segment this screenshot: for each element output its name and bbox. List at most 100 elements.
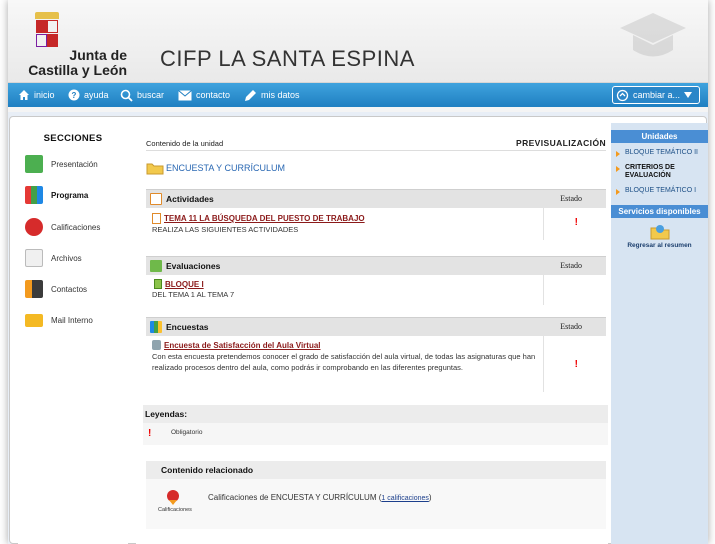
related-header: Contenido relacionado (146, 461, 606, 479)
related-body: Calificaciones Calificaciones de ENCUEST… (146, 479, 606, 529)
nav-label: buscar (137, 90, 165, 100)
right-panel: Unidades BLOQUE TEMÁTICO II CRITERIOS DE… (611, 123, 708, 544)
chevron-down-icon (684, 92, 693, 98)
graduation-cap-icon (620, 13, 686, 57)
related-icon-caption: Calificaciones (158, 507, 192, 513)
evaluations-section: Evaluaciones Estado BLOQUE I DEL TEMA 1 … (146, 256, 606, 305)
unit-item[interactable]: BLOQUE TEMÁTICO I (611, 187, 708, 196)
home-icon (19, 90, 29, 100)
legend-body: ! Obligatorio (143, 423, 608, 445)
content-topline: Contenido de la unidad PREVISUALIZACIÓN (146, 138, 606, 151)
activity-link[interactable]: TEMA 11 LA BÚSQUEDA DEL PUESTO DE TRABAJ… (164, 214, 365, 223)
site-title: CIFP LA SANTA ESPINA (160, 46, 415, 71)
switch-dropdown[interactable]: cambiar a... (612, 86, 700, 104)
unit-title: ENCUESTA Y CURRÍCULUM (146, 161, 285, 175)
related-count-link[interactable]: 1 calificaciones (381, 495, 428, 502)
survey-link[interactable]: Encuesta de Satisfacción del Aula Virtua… (164, 341, 321, 350)
coat-of-arms-icon (35, 12, 59, 48)
evaluation-desc: DEL TEMA 1 AL TEMA 7 (152, 290, 235, 299)
internal-mail-icon (25, 313, 43, 327)
evaluation-link[interactable]: BLOQUE I (165, 280, 204, 289)
exam-icon (154, 279, 162, 289)
sidebar-item-label: Calificaciones (51, 222, 101, 232)
required-mark: ! (574, 359, 578, 370)
activities-title: Actividades (166, 194, 214, 204)
files-icon (25, 249, 43, 267)
folder-icon (146, 163, 164, 175)
nav-mis-datos[interactable]: mis datos (244, 88, 300, 102)
legend-header: Leyendas: (143, 405, 608, 423)
unit-item[interactable]: BLOQUE TEMÁTICO II (611, 149, 708, 158)
logo-line-2: Castilla y León (28, 62, 127, 78)
back-to-summary[interactable]: Regresar al resumen (611, 224, 708, 249)
sidebar-item-archivos[interactable]: Archivos (25, 247, 82, 269)
preview-label[interactable]: PREVISUALIZACIÓN (516, 138, 606, 148)
legend-text: Obligatorio (171, 429, 203, 436)
sidebar-item-label: Contactos (51, 284, 88, 294)
surveys-section: Encuestas Estado Encuesta de Satisfacció… (146, 317, 606, 392)
nav-label: inicio (34, 90, 55, 100)
status-column-header: Estado (560, 261, 582, 270)
sections-title: SECCIONES (43, 133, 103, 144)
evaluation-icon (150, 260, 162, 272)
main-content: Contenido de la unidad PREVISUALIZACIÓN … (136, 123, 608, 544)
nav-buscar[interactable]: buscar (120, 88, 164, 102)
folder-back-icon (650, 225, 669, 240)
unit-item-active[interactable]: CRITERIOS DE EVALUACIÓN (611, 164, 708, 181)
required-mark: ! (574, 217, 578, 228)
activities-header: Actividades Estado (146, 189, 606, 208)
sidebar-item-calificaciones[interactable]: Calificaciones (25, 216, 100, 238)
program-icon (25, 186, 43, 204)
nav-label: contacto (196, 90, 231, 100)
document-icon (152, 213, 161, 224)
grades-icon (25, 218, 43, 236)
activity-row: TEMA 11 LA BÚSQUEDA DEL PUESTO DE TRABAJ… (146, 208, 606, 240)
unit-title-text: ENCUESTA Y CURRÍCULUM (166, 163, 286, 173)
main-navbar: inicio ? ayuda buscar contacto mis datos… (8, 83, 708, 107)
contacts-icon (25, 280, 43, 298)
nav-contacto[interactable]: contacto (178, 88, 230, 102)
junta-logo[interactable]: Junta de Castilla y León (23, 10, 133, 78)
content-label: Contenido de la unidad (146, 139, 224, 148)
activity-desc: REALIZA LAS SIGUIENTES ACTIVIDADES (152, 225, 299, 234)
sidebar-item-label: Presentación (51, 159, 98, 169)
nav-label: mis datos (261, 90, 300, 100)
paren-close: ) (428, 493, 432, 502)
grades-icon (167, 490, 179, 505)
help-icon: ? (68, 89, 80, 101)
sidebar-item-contactos[interactable]: Contactos (25, 278, 87, 300)
nav-inicio[interactable]: inicio (18, 88, 55, 102)
activity-icon (150, 193, 162, 205)
related-text: Calificaciones de ENCUESTA Y CURRÍCULUM (208, 493, 377, 502)
status-column-header: Estado (560, 194, 582, 203)
browser-window: Junta de Castilla y León CIFP LA SANTA E… (8, 0, 708, 544)
survey-desc: Con esta encuesta pretendemos conocer el… (152, 352, 536, 372)
sidebar-item-label: Programa (51, 190, 89, 200)
presentation-icon (25, 155, 43, 173)
legend-symbol: ! (148, 428, 152, 439)
svg-text:?: ? (72, 91, 77, 100)
nav-ayuda[interactable]: ? ayuda (68, 88, 109, 102)
sidebar-item-presentacion[interactable]: Presentación (25, 153, 98, 175)
survey-row: Encuesta de Satisfacción del Aula Virtua… (146, 336, 606, 392)
logo-text: Junta de Castilla y León (23, 48, 133, 78)
sidebar-item-label: Archivos (51, 253, 82, 263)
surveys-header: Encuestas Estado (146, 317, 606, 336)
switch-label: cambiar a... (633, 90, 681, 100)
poll-icon (152, 340, 161, 350)
status-column-header: Estado (560, 322, 582, 331)
sidebar-item-programa[interactable]: Programa (25, 184, 88, 206)
sections-sidebar: SECCIONES Presentación Programa Califica… (18, 123, 128, 544)
services-header: Servicios disponibles (611, 205, 708, 218)
refresh-icon (616, 89, 629, 101)
activities-section: Actividades Estado TEMA 11 LA BÚSQUEDA D… (146, 189, 606, 240)
site-header: Junta de Castilla y León CIFP LA SANTA E… (8, 0, 708, 83)
related-line: Calificaciones de ENCUESTA Y CURRÍCULUM … (208, 493, 432, 502)
related-grades-link[interactable]: Calificaciones (158, 489, 192, 513)
evaluations-header: Evaluaciones Estado (146, 256, 606, 275)
sidebar-item-mail-interno[interactable]: Mail Interno (25, 309, 93, 331)
search-icon (120, 89, 133, 102)
evaluation-row: BLOQUE I DEL TEMA 1 AL TEMA 7 (146, 275, 606, 305)
logo-line-1: Junta de (69, 47, 127, 63)
sidebar-item-label: Mail Interno (51, 315, 93, 325)
